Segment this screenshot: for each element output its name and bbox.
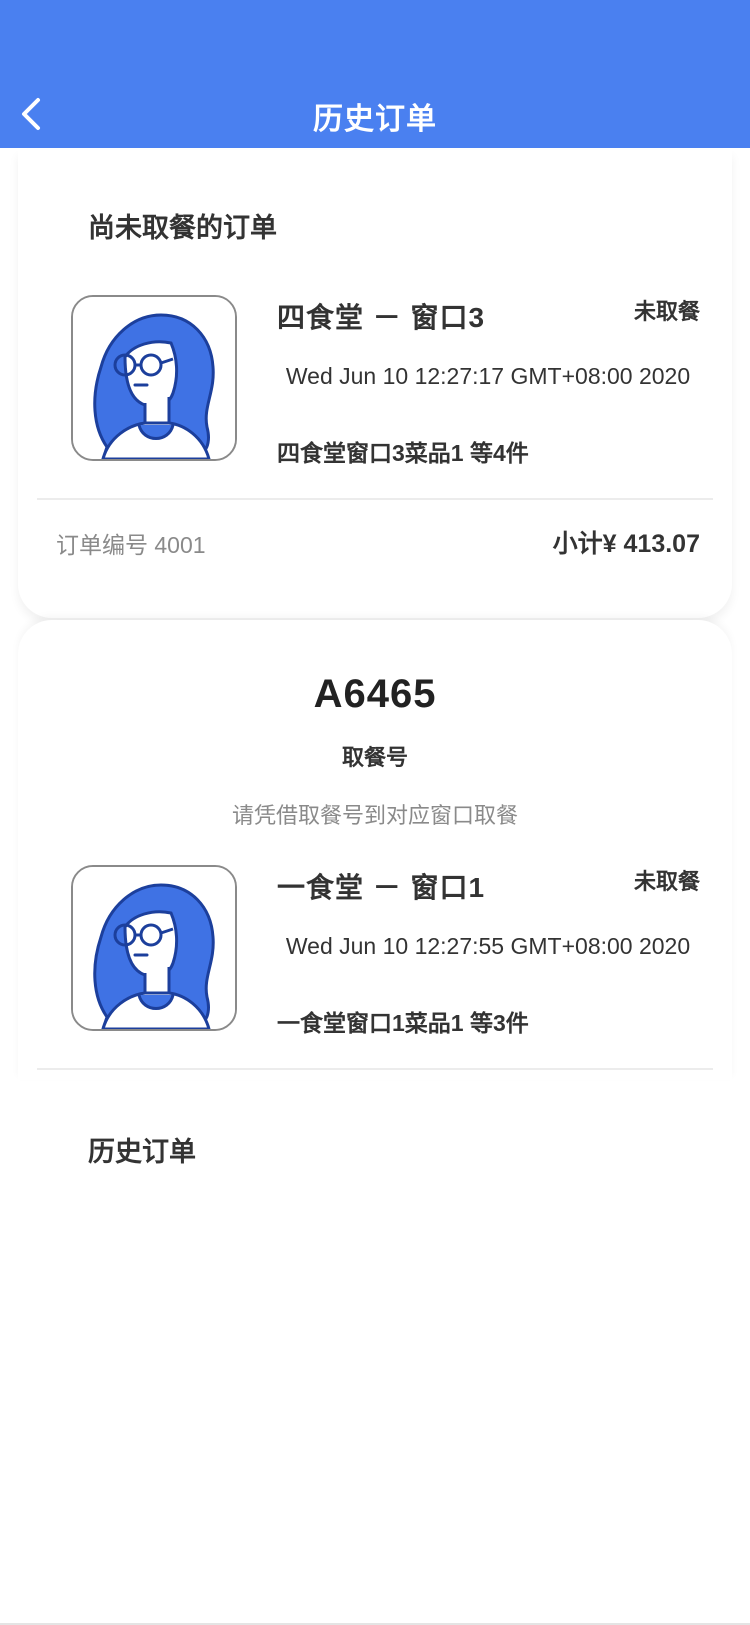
order-subtotal: 小计¥ 413.07: [552, 530, 700, 558]
order-items-summary: 一食堂窗口1菜品1 等3件: [277, 1010, 529, 1036]
order-time: Wed Jun 10 12:27:17 GMT+08:00 2020: [285, 363, 691, 389]
order-canteen: 四食堂 － 窗口3: [277, 302, 486, 333]
pickup-hint: 请凭借取餐号到对应窗口取餐: [231, 803, 518, 828]
header-bar: 历史订单: [0, 0, 750, 148]
order-time: Wed Jun 10 12:27:55 GMT+08:00 2020: [285, 933, 691, 959]
order-divider: [37, 498, 713, 500]
pickup-code: A6465: [313, 672, 437, 716]
order-status-badge: 未取餐: [633, 869, 700, 894]
order-canteen: 一食堂 － 窗口1: [277, 872, 486, 903]
order-items-summary: 四食堂窗口3菜品1 等4件: [277, 440, 529, 466]
order-number: 订单编号 4001: [56, 532, 206, 558]
pending-section-title: 尚未取餐的订单: [88, 213, 277, 243]
order-status-badge: 未取餐: [633, 299, 700, 324]
order-divider: [37, 1068, 713, 1070]
avatar-woman-glasses-icon: [71, 865, 237, 1031]
page-title: 历史订单: [313, 103, 437, 136]
avatar-woman-glasses-icon: [71, 295, 237, 461]
history-section-title: 历史订单: [88, 1137, 196, 1167]
pickup-code-label: 取餐号: [341, 745, 408, 770]
